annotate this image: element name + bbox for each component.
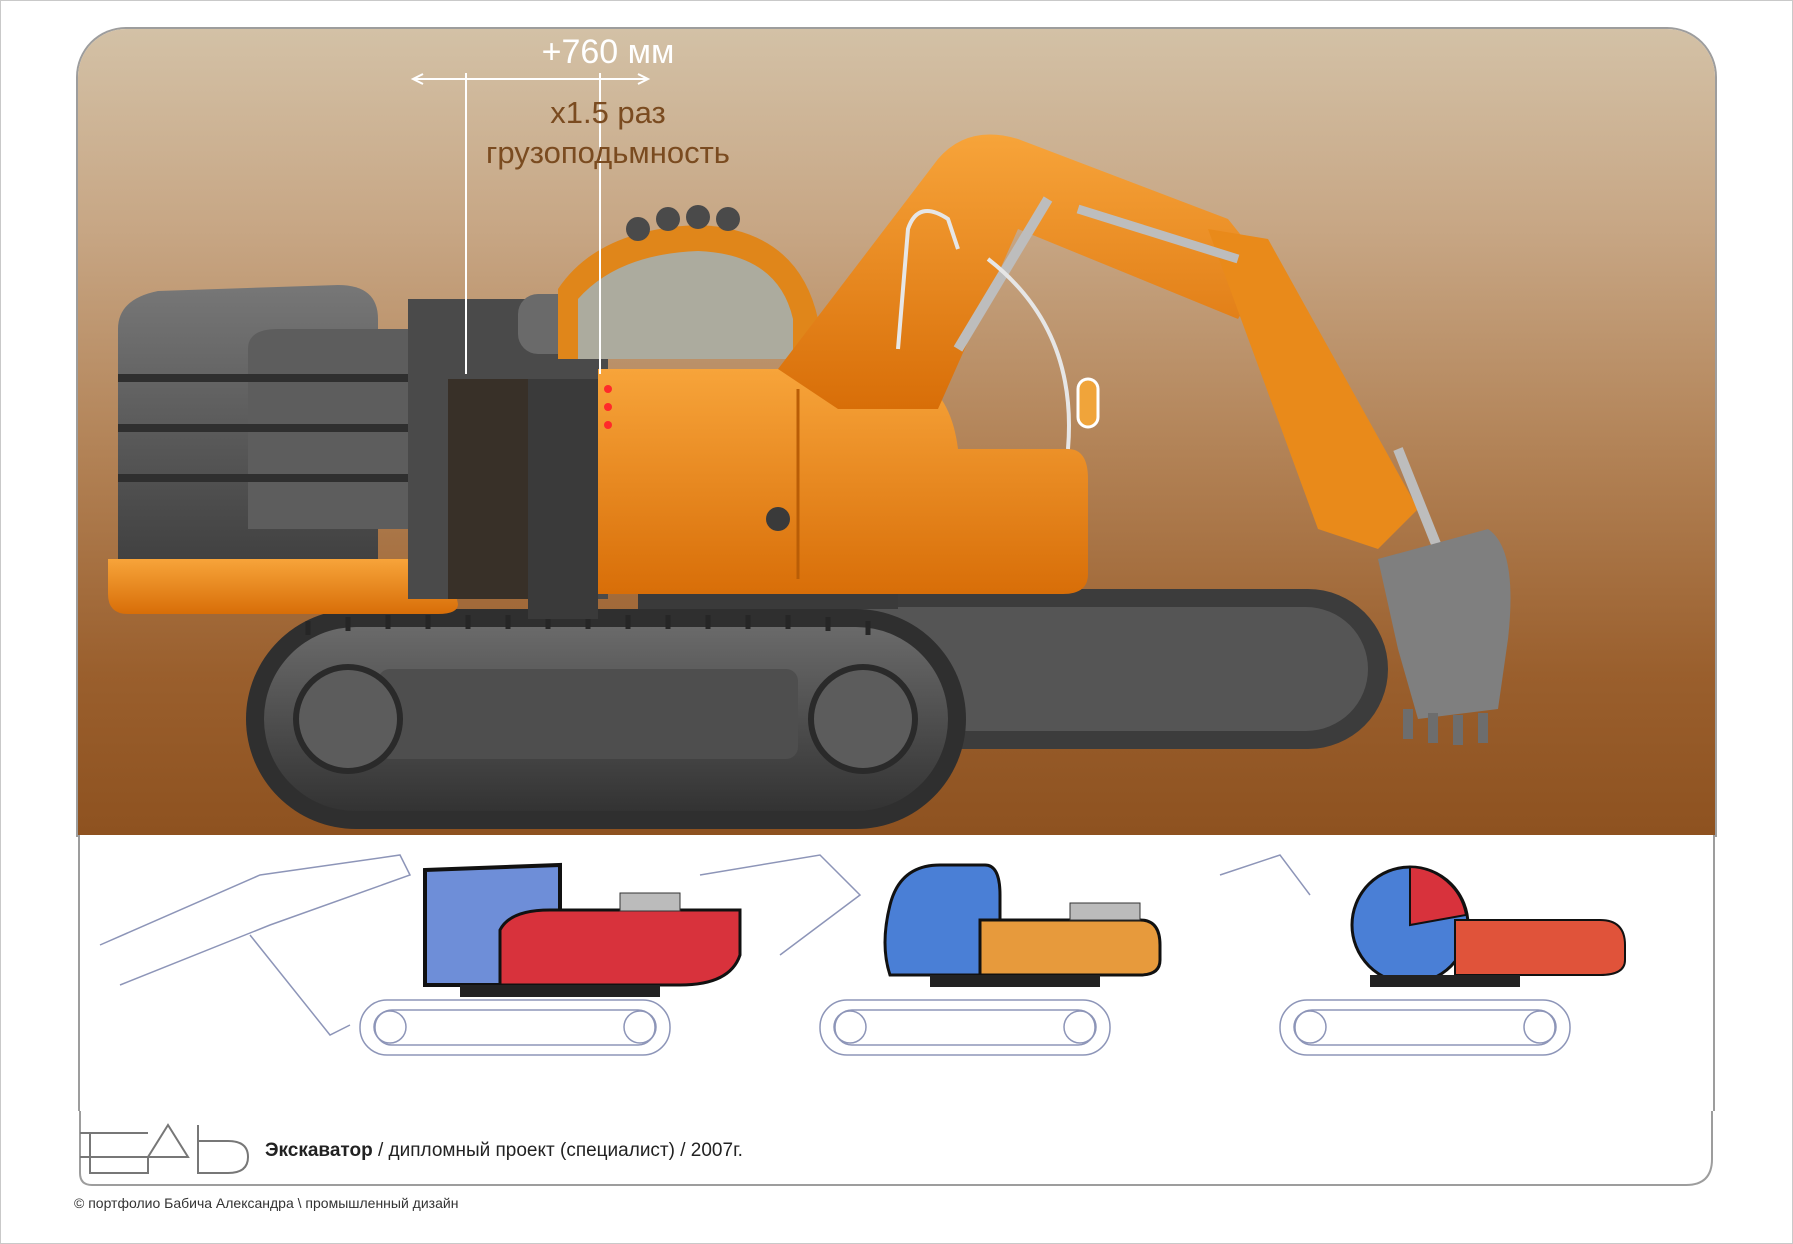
sketch-variant-1 [99, 854, 742, 1056]
sketch-variant-3 [1219, 854, 1626, 1056]
dimension-value: +760 мм [541, 33, 675, 71]
concept-sketches [99, 854, 1626, 1056]
caption: Экскаватор / дипломный проект (специалис… [265, 1140, 743, 1162]
excavator-render-panel: +760 мм х1.5 раз грузоподьмность [78, 29, 1715, 835]
dimension-property: грузоподьмность [486, 135, 730, 170]
sketch-strip [78, 835, 1715, 1111]
front-track [246, 609, 966, 829]
sketch-variant-2 [699, 854, 1162, 1056]
counterweight [108, 285, 458, 614]
caption-title: Экскаватор [265, 1140, 373, 1161]
dimension-factor: х1.5 раз [550, 95, 666, 130]
excavator-illustration [108, 73, 1511, 829]
cab [558, 205, 818, 359]
logo-icon [80, 1123, 250, 1174]
caption-description: дипломный проект (специалист) / 2007г. [388, 1140, 743, 1161]
caption-separator: / [372, 1140, 389, 1161]
copyright-text: © портфолио Бабича Александра \ промышле… [74, 1195, 459, 1211]
